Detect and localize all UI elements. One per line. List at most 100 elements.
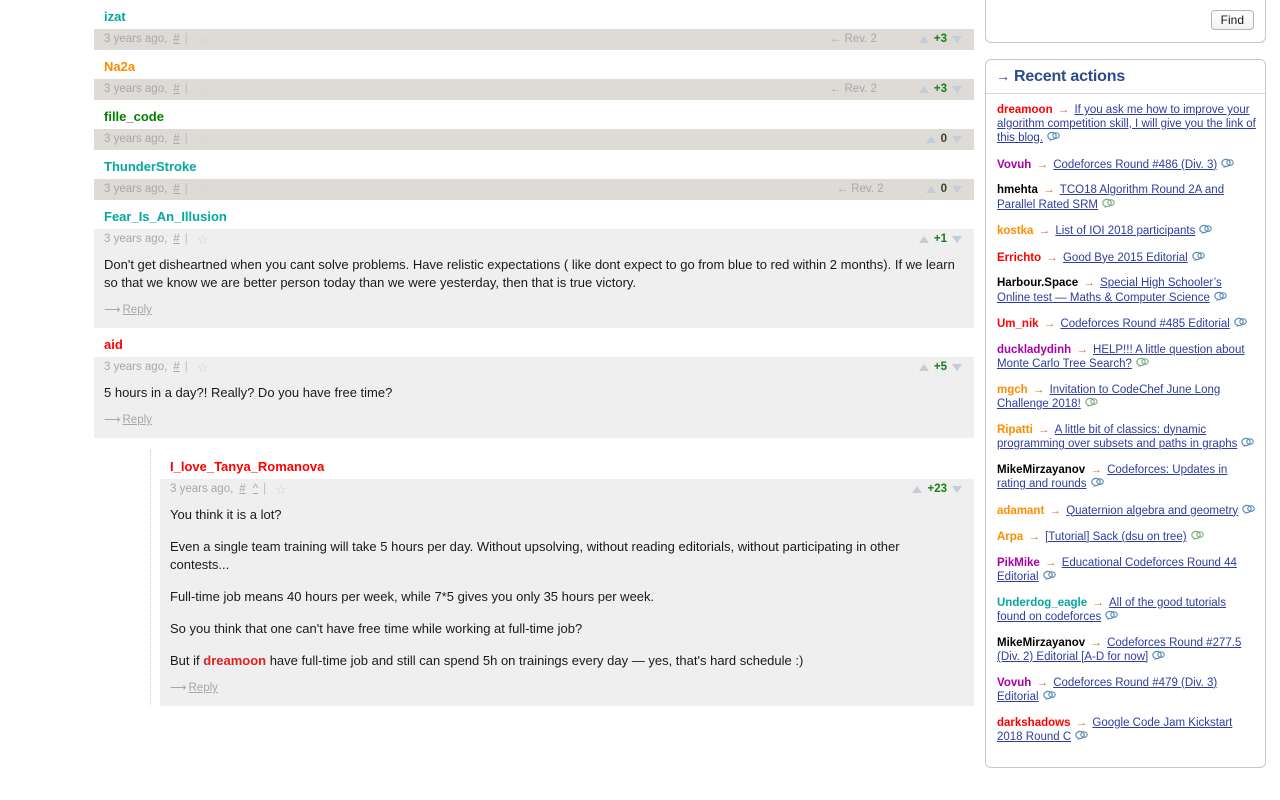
recent-action-link[interactable]: List of IOI 2018 participants	[1055, 225, 1195, 237]
vote-score: 0	[940, 183, 947, 195]
downvote-icon[interactable]	[952, 36, 962, 43]
recent-action-user[interactable]: duckladydinh	[997, 344, 1071, 356]
comment-author-link[interactable]: ThunderStroke	[94, 150, 974, 179]
comment-body: 3 years ago, # | ☆ 0	[94, 129, 974, 150]
comment-body: 3 years ago, # | ☆ ← Rev. 2 +3	[94, 79, 974, 100]
favorite-star-icon[interactable]: ☆	[197, 183, 209, 196]
recent-actions-title: Recent actions	[1014, 68, 1126, 85]
reply-link[interactable]: Reply	[189, 682, 218, 694]
comment-author-link[interactable]: I_love_Tanya_Romanova	[160, 450, 974, 479]
vote-box: +1	[918, 233, 962, 246]
favorite-star-icon[interactable]: ☆	[197, 83, 209, 96]
recent-action-item: Vovuh → Codeforces Round #486 (Div. 3)	[997, 158, 1256, 175]
recent-action-user[interactable]: Um_nik	[997, 318, 1039, 330]
recent-actions-list: dreamoon → If you ask me how to improve …	[986, 94, 1265, 767]
downvote-icon[interactable]	[952, 486, 962, 493]
vote-box: +5	[918, 361, 962, 374]
favorite-star-icon[interactable]: ☆	[275, 483, 287, 496]
comment-gap	[94, 438, 974, 450]
comment-paragraph: But if dreamoon have full-time job and s…	[170, 653, 804, 668]
recent-action-link[interactable]: Good Bye 2015 Editorial	[1063, 252, 1188, 264]
recent-action-user[interactable]: kostka	[997, 225, 1033, 237]
comment-meta-left: 3 years ago, # | ☆	[104, 83, 208, 96]
upvote-icon[interactable]	[918, 236, 929, 243]
recent-action-user[interactable]: MikeMirzayanov	[997, 464, 1085, 476]
recent-action-user[interactable]: MikeMirzayanov	[997, 637, 1085, 649]
comment-block: fille_code 3 years ago, # | ☆ 0	[94, 100, 974, 150]
reply-link[interactable]: Reply	[123, 414, 152, 426]
downvote-icon[interactable]	[952, 86, 962, 93]
downvote-icon[interactable]	[952, 236, 962, 243]
comment-meta-left: 3 years ago, # | ☆	[104, 361, 208, 374]
recent-action-link[interactable]: Quaternion algebra and geometry	[1066, 505, 1238, 517]
comment-bubble-blue-icon	[1191, 251, 1205, 268]
revision-link[interactable]: ← Rev. 2	[830, 33, 877, 46]
recent-action-link[interactable]: [Tutorial] Sack (dsu on tree)	[1045, 531, 1186, 543]
user-mention-link[interactable]: dreamoon	[203, 653, 266, 668]
comment-paragraph: Don't get disheartned when you cant solv…	[104, 257, 955, 290]
comment-bubble-blue-icon	[1042, 690, 1056, 707]
upvote-icon[interactable]	[918, 36, 929, 43]
arrow-right-icon: →	[1072, 716, 1091, 729]
recent-action-user[interactable]: dreamoon	[997, 104, 1053, 116]
reply-row: ⟶ Reply	[94, 404, 974, 438]
comment-timestamp: 3 years ago,	[104, 233, 168, 245]
favorite-star-icon[interactable]: ☆	[197, 133, 209, 146]
favorite-star-icon[interactable]: ☆	[197, 33, 209, 46]
comment-timestamp: 3 years ago,	[104, 183, 168, 195]
meta-divider: |	[184, 133, 188, 145]
comment-block: I_love_Tanya_Romanova 3 years ago, # ^ | ☆ +23…	[160, 450, 974, 706]
recent-action-user[interactable]: Ripatti	[997, 424, 1033, 436]
comment-bubble-blue-icon	[1214, 291, 1227, 308]
comment-bubble-blue-icon	[1042, 570, 1056, 587]
upvote-icon[interactable]	[912, 486, 923, 493]
revision-link[interactable]: ← Rev. 2	[837, 183, 884, 196]
favorite-star-icon[interactable]: ☆	[197, 233, 209, 246]
downvote-icon[interactable]	[952, 136, 962, 143]
recent-action-user[interactable]: Arpa	[997, 531, 1023, 543]
downvote-icon[interactable]	[952, 186, 962, 193]
find-panel: Find	[985, 0, 1266, 43]
recent-action-user[interactable]: Vovuh	[997, 677, 1031, 689]
comment-paragraph: So you think that one can't have free ti…	[170, 621, 583, 636]
recent-action-user[interactable]: hmehta	[997, 184, 1038, 196]
recent-action-link[interactable]: Codeforces Round #485 Editorial	[1060, 318, 1229, 330]
upvote-icon[interactable]	[918, 364, 929, 371]
recent-action-user[interactable]: Errichto	[997, 252, 1041, 264]
comment-bubble-green-icon	[1190, 530, 1204, 547]
recent-action-user[interactable]: Underdog_eagle	[997, 597, 1087, 609]
recent-action-user[interactable]: darkshadows	[997, 717, 1071, 729]
comment-author-link[interactable]: aid	[94, 328, 974, 357]
vote-score: +3	[933, 83, 947, 95]
find-button[interactable]: Find	[1210, 10, 1254, 30]
upvote-icon[interactable]	[925, 186, 936, 193]
recent-action-item: Um_nik → Codeforces Round #485 Editorial	[997, 317, 1256, 334]
comment-timestamp: 3 years ago,	[104, 33, 168, 45]
recent-action-user[interactable]: PikMike	[997, 557, 1040, 569]
upvote-icon[interactable]	[925, 136, 936, 143]
upvote-icon[interactable]	[918, 86, 929, 93]
right-sidebar: Find → Recent actions dreamoon → If you a…	[985, 0, 1266, 768]
downvote-icon[interactable]	[952, 364, 962, 371]
comment-meta-row: 3 years ago, # | ☆ 0	[94, 129, 974, 150]
comment-meta-row: 3 years ago, # | ☆ ← Rev. 20	[94, 179, 974, 200]
recent-action-item: hmehta → TCO18 Algorithm Round 2A and Pa…	[997, 184, 1256, 214]
recent-action-link[interactable]: Codeforces Round #486 (Div. 3)	[1053, 159, 1217, 171]
reply-link[interactable]: Reply	[123, 304, 152, 316]
comment-block: aid 3 years ago, # | ☆ +5 5 hours in a day?! R…	[94, 328, 974, 438]
recent-action-user[interactable]: Vovuh	[997, 159, 1031, 171]
revision-link[interactable]: ← Rev. 2	[830, 83, 877, 96]
comment-author-link[interactable]: Fear_Is_An_Illusion	[94, 200, 974, 229]
recent-action-user[interactable]: adamant	[997, 505, 1044, 517]
arrow-right-icon: →	[1025, 531, 1044, 543]
arrow-right-icon: →	[1043, 251, 1061, 264]
comment-author-link[interactable]: izat	[94, 0, 974, 29]
comment-bubble-blue-icon	[1047, 131, 1060, 148]
recent-action-user[interactable]: Harbour.Space	[997, 277, 1078, 289]
comment-author-link[interactable]: fille_code	[94, 100, 974, 129]
comment-permalink-icon[interactable]: #	[239, 483, 245, 496]
recent-action-user[interactable]: mgch	[997, 384, 1028, 396]
favorite-star-icon[interactable]: ☆	[197, 361, 209, 374]
comment-text: Don't get disheartned when you cant solv…	[94, 250, 974, 294]
comment-author-link[interactable]: Na2a	[94, 50, 974, 79]
